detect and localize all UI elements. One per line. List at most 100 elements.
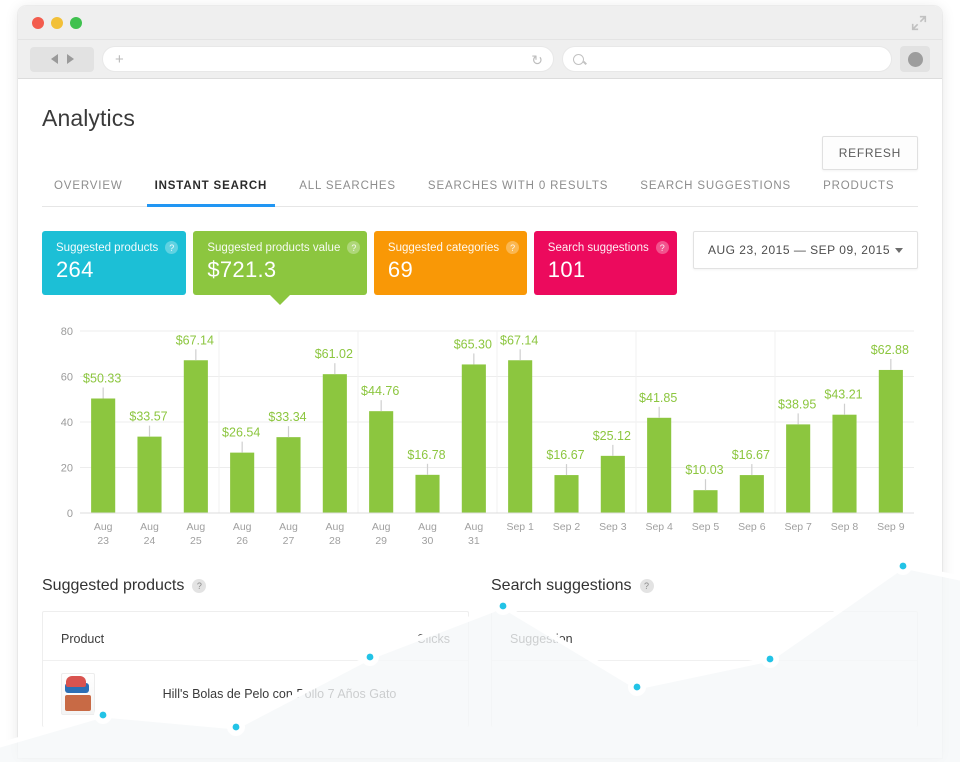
svg-text:Sep 6: Sep 6 [738,521,766,533]
svg-text:28: 28 [329,535,341,547]
product-thumbnail [61,673,95,715]
svg-text:0: 0 [67,508,73,520]
zoom-window-button[interactable] [70,17,82,29]
svg-text:$65.30: $65.30 [454,337,492,351]
column-header-clicks[interactable]: Clicks [330,632,450,646]
svg-text:Aug: Aug [140,521,159,533]
browser-window: + ↻ Analytics REFRESH OVERVIEW INSTANT SE… [18,6,942,758]
tab-label: OVERVIEW [54,180,123,192]
svg-text:$16.78: $16.78 [407,448,445,462]
svg-text:$44.76: $44.76 [361,384,399,398]
tab-label: ALL SEARCHES [299,180,396,192]
column-header-product[interactable]: Product [61,632,330,646]
kpi-card-suggested-categories[interactable]: Suggested categories? 69 [374,231,527,295]
forward-arrow-icon[interactable] [67,54,74,64]
svg-text:$43.21: $43.21 [824,388,862,402]
panel-title-text: Search suggestions [491,577,632,595]
svg-text:24: 24 [144,535,156,547]
svg-text:Aug: Aug [279,521,298,533]
kpi-card-suggested-products-value[interactable]: Suggested products value? $721.3 [193,231,367,295]
svg-text:$67.14: $67.14 [500,333,538,347]
refresh-button[interactable]: REFRESH [822,136,918,170]
svg-text:$41.85: $41.85 [639,391,677,405]
help-icon[interactable]: ? [656,241,669,254]
svg-text:$62.88: $62.88 [871,343,909,357]
svg-text:Sep 1: Sep 1 [506,521,534,533]
kpi-label: Suggested categories? [388,241,513,254]
kpi-card-row: Suggested products?264Suggested products… [42,231,918,295]
svg-text:$16.67: $16.67 [732,448,770,462]
profile-avatar-icon[interactable] [900,46,930,72]
search-suggestions-table: Suggestion [491,611,918,727]
help-icon[interactable]: ? [640,579,654,593]
date-range-selector[interactable]: AUG 23, 2015 — SEP 09, 2015 [693,231,918,269]
kpi-label-text: Suggested products value [207,242,340,254]
tab-all-searches[interactable]: ALL SEARCHES [283,174,412,206]
search-suggestions-title: Search suggestions ? [491,577,918,595]
url-bar[interactable]: + ↻ [102,46,554,72]
expand-icon[interactable] [910,14,928,32]
search-bar[interactable] [562,46,892,72]
tab-search-suggestions[interactable]: SEARCH SUGGESTIONS [624,174,807,206]
suggested-products-title: Suggested products ? [42,577,469,595]
tab-label: INSTANT SEARCH [155,180,268,192]
tab-products[interactable]: PRODUCTS [807,174,910,206]
tab-searches-with-0-results[interactable]: SEARCHES WITH 0 RESULTS [412,174,624,206]
kpi-label: Suggested products? [56,241,172,254]
column-header-suggestion[interactable]: Suggestion [510,632,899,646]
kpi-label: Suggested products value? [207,241,353,254]
nav-buttons [30,47,94,72]
reload-icon[interactable]: ↻ [531,52,543,69]
svg-text:Sep 8: Sep 8 [831,521,859,533]
svg-text:$10.03: $10.03 [685,463,723,477]
minimize-window-button[interactable] [51,17,63,29]
kpi-value: 101 [548,257,663,283]
tab-bar: OVERVIEW INSTANT SEARCH ALL SEARCHES SEARCH… [42,174,918,207]
panel-title-text: Suggested products [42,577,184,595]
table-row[interactable]: Hill's Bolas de Pelo con Pollo 7 Años Ga… [43,661,468,727]
svg-text:27: 27 [283,535,295,547]
page-title: Analytics [42,79,918,132]
help-icon[interactable]: ? [192,579,206,593]
analytics-page: Analytics REFRESH OVERVIEW INSTANT SEARCH… [18,79,942,758]
suggested-products-table: Product Clicks Hill's Bolas de Pelo con … [42,611,469,727]
svg-text:Aug: Aug [94,521,113,533]
kpi-card-search-suggestions[interactable]: Search suggestions? 101 [534,231,677,295]
svg-text:Sep 5: Sep 5 [692,521,720,533]
kpi-card-suggested-products[interactable]: Suggested products?264 [42,231,186,295]
kpi-label-text: Suggested categories [388,242,499,254]
svg-text:Aug: Aug [233,521,252,533]
chevron-down-icon [895,248,903,253]
back-arrow-icon[interactable] [51,54,58,64]
svg-text:Aug: Aug [464,521,483,533]
help-icon[interactable]: ? [165,241,178,254]
kpi-value: $721.3 [207,257,353,283]
date-range-label: AUG 23, 2015 — SEP 09, 2015 [708,243,890,257]
svg-text:60: 60 [61,372,73,384]
svg-text:Aug: Aug [186,521,205,533]
close-window-button[interactable] [32,17,44,29]
svg-text:$33.34: $33.34 [268,410,306,424]
tab-instant-search[interactable]: INSTANT SEARCH [139,174,284,206]
table-header-row: Suggestion [492,612,917,661]
suggested-products-panel: Suggested products ? Product Clicks Hill… [42,577,491,727]
svg-text:31: 31 [468,535,480,547]
help-icon[interactable]: ? [506,241,519,254]
bottom-panels: Suggested products ? Product Clicks Hill… [42,577,918,727]
kpi-label-text: Search suggestions [548,242,649,254]
product-name: Hill's Bolas de Pelo con Pollo 7 Años Ga… [109,685,450,704]
svg-text:30: 30 [422,535,434,547]
bar-chart-svg: 020406080$50.33Aug23$33.57Aug24$67.14Aug… [42,317,918,557]
svg-text:Sep 9: Sep 9 [877,521,905,533]
new-tab-plus-icon[interactable]: + [115,52,124,67]
svg-text:$16.67: $16.67 [546,448,584,462]
kpi-value: 69 [388,257,513,283]
browser-toolbar: + ↻ [18,40,942,79]
svg-text:80: 80 [61,326,73,338]
svg-text:Sep 4: Sep 4 [645,521,673,533]
kpi-label-text: Suggested products [56,242,158,254]
tab-overview[interactable]: OVERVIEW [42,174,139,206]
help-icon[interactable]: ? [347,241,360,254]
tab-label: SEARCHES WITH 0 RESULTS [428,180,608,192]
svg-text:Aug: Aug [325,521,344,533]
